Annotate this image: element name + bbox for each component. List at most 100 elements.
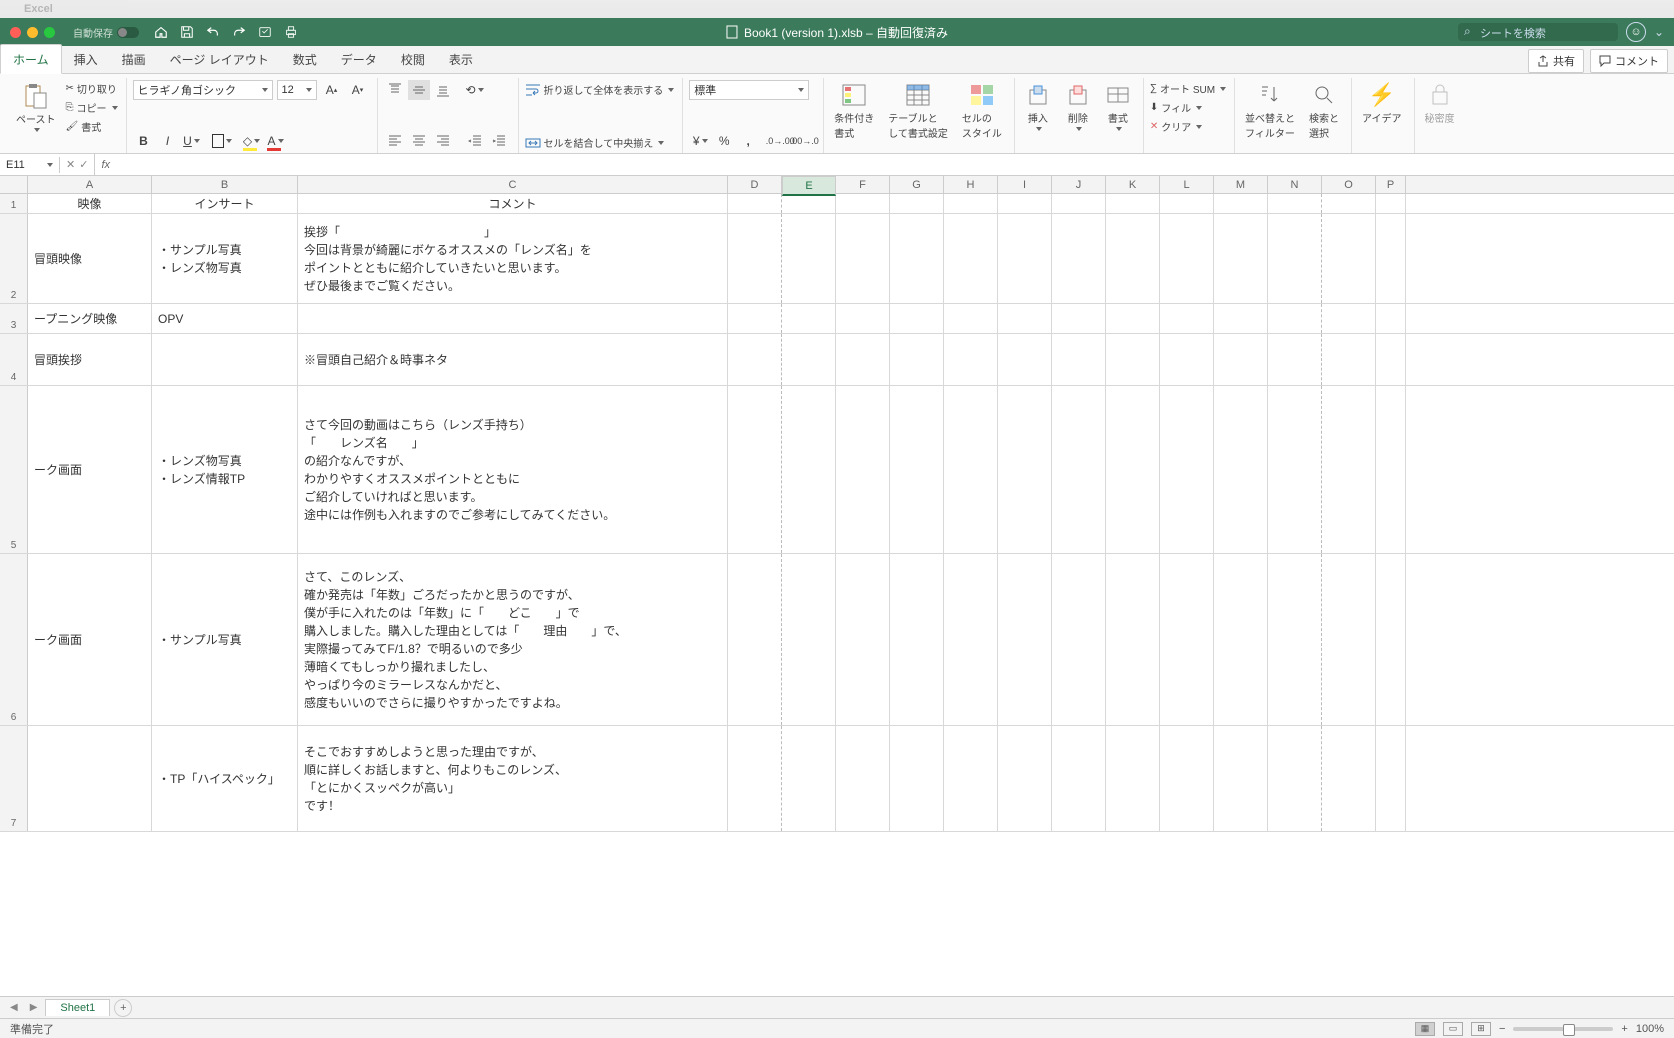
cell-I7[interactable] (998, 726, 1052, 831)
zoom-window-button[interactable] (44, 27, 55, 38)
tab-data[interactable]: データ (329, 45, 389, 73)
cell-O6[interactable] (1322, 554, 1376, 725)
decrease-decimal-button[interactable]: .00→.0 (793, 131, 815, 151)
redo-icon[interactable] (231, 24, 247, 40)
number-format-select[interactable]: 標準 (689, 80, 809, 100)
col-header-L[interactable]: L (1160, 176, 1214, 193)
increase-decimal-button[interactable]: .0→.00 (769, 131, 791, 151)
cell-I4[interactable] (998, 334, 1052, 385)
align-middle-button[interactable] (408, 80, 430, 100)
fill-color-button[interactable]: ◇ (241, 131, 263, 151)
cell-B7[interactable]: ・TP「ハイスペック」 (152, 726, 298, 831)
cell-E7[interactable] (782, 726, 836, 831)
tab-review[interactable]: 校閲 (389, 45, 437, 73)
font-color-button[interactable]: A (265, 131, 287, 151)
cell-C2[interactable]: 挨拶「 」 今回は背景が綺麗にボケるオススメの「レンズ名」を ポイントとともに紹… (298, 214, 728, 303)
cell-C3[interactable] (298, 304, 728, 333)
cell-L1[interactable] (1160, 194, 1214, 213)
cell-N1[interactable] (1268, 194, 1322, 213)
row-header[interactable]: 6 (0, 554, 28, 725)
col-header-P[interactable]: P (1376, 176, 1406, 193)
cell-F7[interactable] (836, 726, 890, 831)
close-window-button[interactable] (10, 27, 21, 38)
bold-button[interactable]: B (133, 131, 155, 151)
cell-J3[interactable] (1052, 304, 1106, 333)
autosave-toggle[interactable]: 自動保存 (73, 25, 139, 40)
cell-J1[interactable] (1052, 194, 1106, 213)
cell-K7[interactable] (1106, 726, 1160, 831)
col-header-J[interactable]: J (1052, 176, 1106, 193)
col-header-C[interactable]: C (298, 176, 728, 193)
tab-formulas[interactable]: 数式 (281, 45, 329, 73)
cell-B3[interactable]: OPV (152, 304, 298, 333)
cell-L4[interactable] (1160, 334, 1214, 385)
cell-M3[interactable] (1214, 304, 1268, 333)
cell-O7[interactable] (1322, 726, 1376, 831)
cell-G3[interactable] (890, 304, 944, 333)
cell-G4[interactable] (890, 334, 944, 385)
cell-H3[interactable] (944, 304, 998, 333)
cell-P1[interactable] (1376, 194, 1406, 213)
sheet-nav-next[interactable]: ▶ (26, 1002, 42, 1013)
tab-view[interactable]: 表示 (437, 45, 485, 73)
col-header-F[interactable]: F (836, 176, 890, 193)
page-break-view-button[interactable]: ⊞ (1471, 1022, 1491, 1036)
cell-P4[interactable] (1376, 334, 1406, 385)
orientation-button[interactable]: ⟲ (464, 80, 486, 100)
cell-G5[interactable] (890, 386, 944, 553)
cell-F2[interactable] (836, 214, 890, 303)
autosum-button[interactable]: ∑オート SUM (1150, 80, 1226, 97)
find-select-button[interactable]: 検索と 選択 (1305, 80, 1343, 142)
ideas-button[interactable]: ⚡アイデア (1358, 80, 1406, 127)
zoom-out-button[interactable]: − (1499, 1023, 1505, 1035)
cell-M4[interactable] (1214, 334, 1268, 385)
col-header-E[interactable]: E (782, 176, 836, 196)
border-button[interactable] (211, 131, 233, 151)
cell-D7[interactable] (728, 726, 782, 831)
cell-L2[interactable] (1160, 214, 1214, 303)
cell-A3[interactable]: ープニング映像 (28, 304, 152, 333)
font-size-select[interactable]: 12 (277, 80, 317, 100)
cell-H1[interactable] (944, 194, 998, 213)
cell-I6[interactable] (998, 554, 1052, 725)
cell-H2[interactable] (944, 214, 998, 303)
cell-C7[interactable]: そこでおすすめしようと思った理由ですが、 順に詳しくお話しますと、何よりもこのレ… (298, 726, 728, 831)
align-left-button[interactable] (384, 131, 406, 151)
cell-K6[interactable] (1106, 554, 1160, 725)
row-header[interactable]: 2 (0, 214, 28, 303)
cell-E2[interactable] (782, 214, 836, 303)
underline-button[interactable]: U (181, 131, 203, 151)
cell-D1[interactable] (728, 194, 782, 213)
cell-I1[interactable] (998, 194, 1052, 213)
comments-button[interactable]: コメント (1590, 49, 1668, 73)
cell-E3[interactable] (782, 304, 836, 333)
cell-O5[interactable] (1322, 386, 1376, 553)
cell-D5[interactable] (728, 386, 782, 553)
chevron-down-icon[interactable]: ⌄ (1654, 25, 1664, 39)
cell-O3[interactable] (1322, 304, 1376, 333)
cell-P2[interactable] (1376, 214, 1406, 303)
tab-home[interactable]: ホーム (0, 44, 62, 74)
cell-H6[interactable] (944, 554, 998, 725)
cell-F3[interactable] (836, 304, 890, 333)
cell-G6[interactable] (890, 554, 944, 725)
conditional-format-button[interactable]: 条件付き 書式 (830, 80, 878, 142)
percent-format-button[interactable]: % (713, 131, 735, 151)
col-header-N[interactable]: N (1268, 176, 1322, 193)
enter-icon[interactable]: ✓ (79, 158, 88, 171)
tab-insert[interactable]: 挿入 (62, 45, 110, 73)
col-header-B[interactable]: B (152, 176, 298, 193)
feedback-icon[interactable]: ☺ (1626, 22, 1646, 42)
increase-indent-button[interactable] (488, 131, 510, 151)
cell-I3[interactable] (998, 304, 1052, 333)
minimize-window-button[interactable] (27, 27, 38, 38)
sort-filter-button[interactable]: 並べ替えと フィルター (1241, 80, 1299, 142)
undo-icon[interactable] (205, 24, 221, 40)
cell-styles-button[interactable]: セルの スタイル (958, 80, 1006, 142)
cell-K5[interactable] (1106, 386, 1160, 553)
cell-P7[interactable] (1376, 726, 1406, 831)
cell-J4[interactable] (1052, 334, 1106, 385)
cell-D3[interactable] (728, 304, 782, 333)
cell-J5[interactable] (1052, 386, 1106, 553)
col-header-K[interactable]: K (1106, 176, 1160, 193)
